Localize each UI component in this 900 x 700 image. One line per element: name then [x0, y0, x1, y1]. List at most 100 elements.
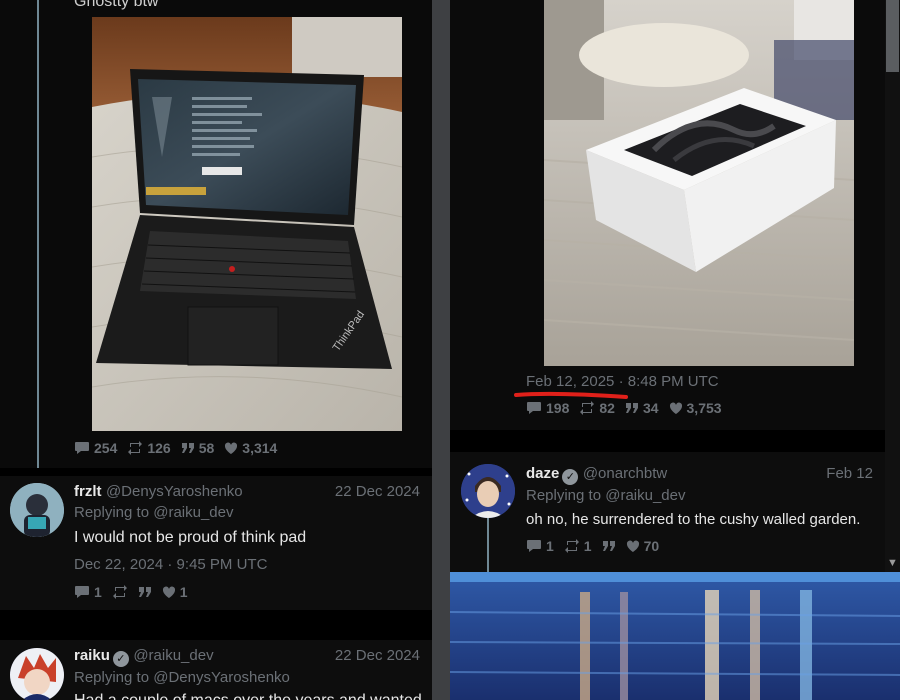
- author-handle[interactable]: @onarchbtw: [583, 465, 667, 482]
- tweet-date[interactable]: Feb 12: [826, 465, 873, 482]
- replying-to-line: Replying to @raiku_dev: [74, 504, 234, 521]
- replying-to-label: Replying to: [74, 669, 150, 686]
- reply-tweet-frzlt[interactable]: frzlt @DenysYaroshenko 22 Dec 2024 Reply…: [0, 476, 432, 610]
- author-name[interactable]: frzlt: [74, 483, 102, 500]
- like-count-value: 3,753: [686, 400, 722, 416]
- reply-stats-bar: 1 1: [74, 584, 188, 600]
- tweet-separator: [450, 430, 885, 452]
- repost-count-value: 82: [599, 400, 615, 416]
- reply-count-value: 254: [94, 440, 118, 456]
- comment-icon: [527, 402, 541, 414]
- repost-count-value: 126: [147, 440, 171, 456]
- tweet-separator: [0, 610, 432, 640]
- avatar-raiku[interactable]: [10, 648, 64, 700]
- scroll-down-arrow-icon[interactable]: ▼: [887, 556, 898, 570]
- bottom-media-photo[interactable]: [450, 572, 900, 700]
- scrollbar-thumb[interactable]: [886, 0, 899, 72]
- heart-icon: [626, 540, 639, 552]
- top-tweet-text: Ghostty btw: [74, 0, 159, 10]
- replying-to-label: Replying to: [74, 504, 150, 521]
- replying-to-handle[interactable]: @DenysYaroshenko: [153, 669, 290, 686]
- repost-icon: [128, 441, 143, 455]
- repost-icon: [564, 539, 579, 553]
- timestamp-date: Feb 12, 2025: [526, 373, 615, 390]
- avatar-daze-image: [461, 464, 515, 518]
- author-name[interactable]: daze: [526, 465, 559, 482]
- tweet-date[interactable]: 22 Dec 2024: [335, 647, 420, 664]
- repost-count[interactable]: 126: [127, 440, 171, 456]
- reply-count[interactable]: 198: [526, 400, 569, 416]
- quote-count[interactable]: [602, 540, 616, 552]
- quote-count-value: 34: [642, 400, 659, 416]
- like-count[interactable]: 3,753: [669, 400, 722, 416]
- like-count-value: 3,314: [242, 440, 278, 456]
- replying-to-line: Replying to @DenysYaroshenko: [74, 669, 290, 686]
- author-handle[interactable]: @raiku_dev: [133, 647, 213, 664]
- quote-count[interactable]: [138, 586, 152, 598]
- left-timeline-pane[interactable]: Ghostty btw ThinkPad 254 126 58 3,314 fr…: [0, 0, 432, 700]
- tweet-timestamp[interactable]: Feb 12, 2025 · 8:48 PM UTC: [526, 373, 719, 390]
- tweet-body: oh no, he surrendered to the cushy walle…: [526, 511, 861, 528]
- tweet-date[interactable]: 22 Dec 2024: [335, 483, 420, 500]
- comment-icon: [75, 442, 89, 454]
- like-count[interactable]: 70: [626, 538, 660, 554]
- thinkpad-photo-image: ThinkPad: [92, 17, 402, 431]
- avatar-frzlt[interactable]: [10, 483, 64, 537]
- heart-icon: [225, 442, 238, 454]
- tweet-body: I would not be proud of think pad: [74, 529, 307, 546]
- reply-count[interactable]: 1: [74, 584, 102, 600]
- tweet-body: Had a couple of macs over the years and …: [74, 692, 422, 700]
- quote-count[interactable]: 34: [625, 400, 659, 416]
- quote-icon: [602, 541, 615, 551]
- like-count-value: 1: [179, 584, 188, 600]
- quote-icon: [181, 443, 194, 453]
- thread-connector-line: [487, 518, 489, 572]
- replying-to-handle[interactable]: @raiku_dev: [605, 487, 685, 504]
- heart-icon: [669, 402, 682, 414]
- repost-count[interactable]: 1: [564, 538, 592, 554]
- avatar-raiku-image: [10, 648, 64, 700]
- avatar-daze[interactable]: [461, 464, 515, 518]
- avatar-frzlt-image: [10, 483, 64, 537]
- heart-icon: [162, 586, 175, 598]
- tweet-timestamp[interactable]: Dec 22, 2024 · 9:45 PM UTC: [74, 556, 267, 573]
- reply-count-value: 1: [546, 538, 554, 554]
- macbook-box-photo-image: [544, 0, 854, 366]
- macbook-box-photo[interactable]: [544, 0, 854, 366]
- reply-tweet-daze[interactable]: daze ✓ @onarchbtw Feb 12 Replying to @rai…: [450, 452, 885, 572]
- quote-count[interactable]: 58: [181, 440, 214, 456]
- reply-count[interactable]: 254: [74, 440, 117, 456]
- author-handle[interactable]: @DenysYaroshenko: [106, 483, 243, 500]
- thread-connector-line: [37, 0, 39, 478]
- reply-count[interactable]: 1: [526, 538, 554, 554]
- author-name[interactable]: raiku: [74, 647, 110, 664]
- post-stats-bar: 254 126 58 3,314: [74, 440, 277, 456]
- comment-icon: [527, 540, 541, 552]
- like-count-value: 70: [643, 538, 660, 554]
- replying-to-handle[interactable]: @raiku_dev: [153, 504, 233, 521]
- replying-to-label: Replying to: [526, 487, 602, 504]
- repost-count[interactable]: [112, 585, 128, 599]
- bottom-media-photo-image: [450, 572, 900, 700]
- post-stats-bar: 198 82 34 3,753: [526, 400, 722, 416]
- like-count[interactable]: 3,314: [224, 440, 277, 456]
- like-count[interactable]: 1: [162, 584, 188, 600]
- reply-count-value: 1: [94, 584, 102, 600]
- repost-count[interactable]: 82: [579, 400, 615, 416]
- reply-tweet-raiku[interactable]: raiku ✓ @raiku_dev 22 Dec 2024 Replying t…: [0, 640, 432, 700]
- repost-icon: [580, 401, 595, 415]
- quote-icon: [625, 403, 638, 413]
- timestamp-time: · 8:48 PM UTC: [618, 373, 719, 390]
- tweet-separator: [0, 468, 432, 476]
- pane-divider[interactable]: [432, 0, 450, 700]
- replying-to-line: Replying to @raiku_dev: [526, 487, 686, 504]
- verified-icon: ✓: [112, 651, 129, 667]
- reply-stats-bar: 1 1 70: [526, 538, 659, 554]
- scrollbar-track[interactable]: [885, 0, 900, 572]
- repost-count-value: 1: [583, 538, 592, 554]
- thinkpad-photo[interactable]: ThinkPad: [92, 17, 402, 431]
- repost-icon: [112, 585, 127, 599]
- verified-icon: ✓: [562, 469, 579, 485]
- right-timeline-pane[interactable]: Feb 12, 2025 · 8:48 PM UTC 198 82 34 3,7…: [450, 0, 900, 700]
- reply-count-value: 198: [546, 400, 570, 416]
